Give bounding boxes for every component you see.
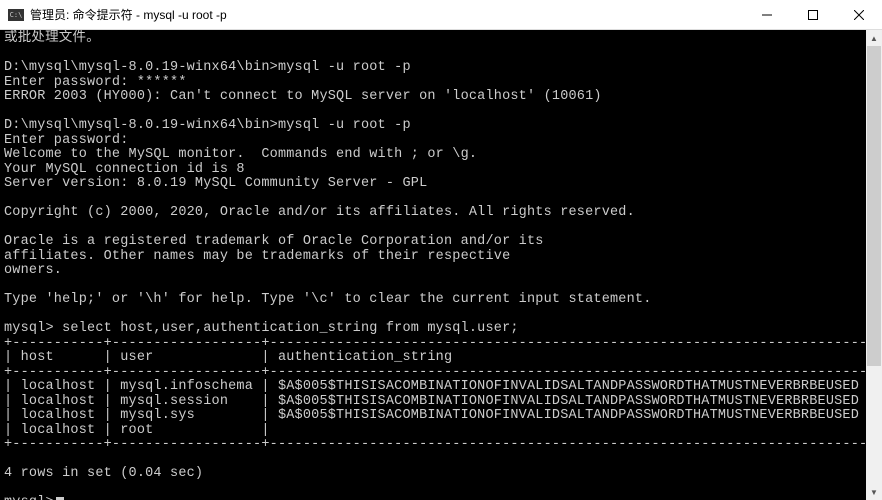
minimize-icon — [762, 10, 772, 20]
table-row: | localhost | mysql.session | $A$005$THI… — [4, 394, 876, 409]
terminal-line: Enter password: — [4, 133, 129, 148]
mysql-prompt: mysql> — [4, 495, 54, 500]
terminal-line: Oracle is a registered trademark of Orac… — [4, 234, 544, 249]
cmd-icon — [8, 9, 24, 21]
table-border: +-----------+------------------+--------… — [4, 437, 876, 452]
close-button[interactable] — [836, 0, 882, 30]
terminal-line: Your MySQL connection id is 8 — [4, 162, 245, 177]
terminal-line: ERROR 2003 (HY000): Can't connect to MyS… — [4, 89, 602, 104]
maximize-icon — [808, 10, 818, 20]
minimize-button[interactable] — [744, 0, 790, 30]
maximize-button[interactable] — [790, 0, 836, 30]
scrollbar-thumb[interactable] — [867, 46, 881, 366]
terminal-line: Server version: 8.0.19 MySQL Community S… — [4, 176, 427, 191]
terminal-line: D:\mysql\mysql-8.0.19-winx64\bin>mysql -… — [4, 118, 411, 133]
scrollbar-track[interactable] — [866, 46, 882, 484]
terminal-line: Welcome to the MySQL monitor. Commands e… — [4, 147, 477, 162]
table-border: +-----------+------------------+--------… — [4, 365, 876, 380]
terminal-line: Enter password: ****** — [4, 75, 187, 90]
scroll-down-arrow-icon[interactable]: ▼ — [866, 484, 882, 500]
terminal-line: affiliates. Other names may be trademark… — [4, 249, 510, 264]
terminal-line: Copyright (c) 2000, 2020, Oracle and/or … — [4, 205, 635, 220]
table-row: | localhost | root | | — [4, 423, 876, 438]
table-border: +-----------+------------------+--------… — [4, 336, 876, 351]
terminal-line: 4 rows in set (0.04 sec) — [4, 466, 203, 481]
table-row: | localhost | mysql.sys | $A$005$THISISA… — [4, 408, 876, 423]
terminal-line: mysql> select host,user,authentication_s… — [4, 321, 519, 336]
table-header: | host | user | authentication_string | — [4, 350, 876, 365]
table-row: | localhost | mysql.infoschema | $A$005$… — [4, 379, 876, 394]
terminal-line: owners. — [4, 263, 62, 278]
scroll-up-arrow-icon[interactable]: ▲ — [866, 30, 882, 46]
vertical-scrollbar[interactable]: ▲ ▼ — [866, 30, 882, 500]
window-title: 管理员: 命令提示符 - mysql -u root -p — [30, 6, 227, 23]
terminal-line: D:\mysql\mysql-8.0.19-winx64\bin>mysql -… — [4, 60, 411, 75]
terminal-area[interactable]: 或批处理文件。 D:\mysql\mysql-8.0.19-winx64\bin… — [0, 30, 882, 500]
terminal-line: 或批处理文件。 — [4, 31, 100, 46]
terminal-line: Type 'help;' or '\h' for help. Type '\c'… — [4, 292, 652, 307]
close-icon — [854, 10, 864, 20]
window-titlebar: 管理员: 命令提示符 - mysql -u root -p — [0, 0, 882, 30]
